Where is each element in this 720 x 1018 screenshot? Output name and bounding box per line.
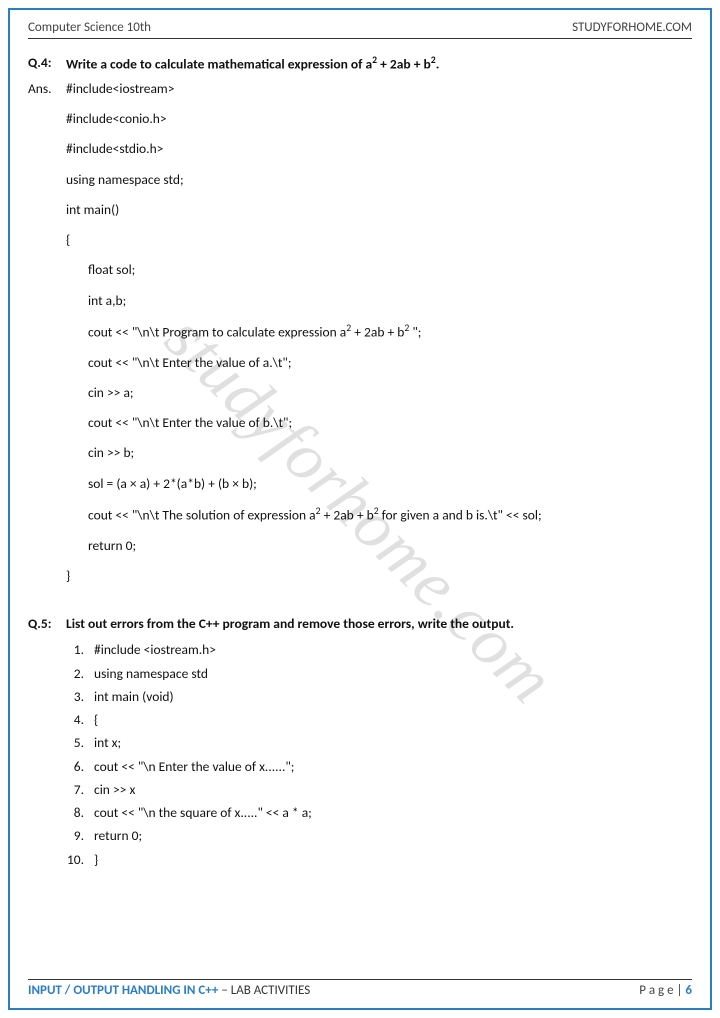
item-code: cin >> x (94, 780, 135, 800)
item-code: int x; (94, 733, 121, 753)
code-text: cout << "\n\t The solution of expression… (88, 506, 316, 523)
ans-label: Ans. (28, 79, 66, 596)
code-line: cout << "\n\t The solution of expression… (66, 504, 692, 526)
q5-text: List out errors from the C++ program and… (66, 614, 692, 634)
item-no: 8. (66, 803, 94, 823)
code-text: + 2ab + b (321, 506, 374, 523)
list-item: 2.using namespace std (66, 664, 692, 684)
item-code: } (94, 850, 98, 870)
code-line: } (66, 566, 692, 586)
code-line: #include<iostream> (66, 79, 692, 99)
item-no: 7. (66, 780, 94, 800)
code-line: using namespace std; (66, 170, 692, 190)
item-code: cout << "\n the square of x....." << a *… (94, 803, 312, 823)
item-no: 2. (66, 664, 94, 684)
item-no: 6. (66, 757, 94, 777)
page-header: Computer Science 10th STUDYFORHOME.COM (28, 20, 692, 39)
q4-answer: Ans. #include<iostream> #include<conio.h… (28, 79, 692, 596)
item-code: { (94, 710, 98, 730)
item-no: 10. (66, 850, 94, 870)
header-left: Computer Science 10th (28, 20, 151, 35)
page-number: 6 (685, 983, 692, 998)
code-text: "; (409, 323, 421, 340)
spacer (28, 638, 66, 873)
code-line: cout << "\n\t Program to calculate expre… (66, 321, 692, 343)
q5-label: Q.5: (28, 614, 66, 634)
page-content: Computer Science 10th STUDYFORHOME.COM Q… (10, 10, 710, 1008)
q4-label: Q.4: (28, 53, 66, 75)
item-code: using namespace std (94, 664, 208, 684)
page-footer: INPUT / OUTPUT HANDLING IN C++ – LAB ACT… (28, 979, 692, 998)
code-text: + 2ab + b (351, 323, 404, 340)
item-no: 9. (66, 826, 94, 846)
item-no: 1. (66, 640, 94, 660)
q4-row: Q.4: Write a code to calculate mathemati… (28, 53, 692, 75)
item-code: cout << "\n Enter the value of x......"; (94, 757, 294, 777)
item-code: return 0; (94, 826, 142, 846)
list-item: 7.cin >> x (66, 780, 692, 800)
q5-row: Q.5: List out errors from the C++ progra… (28, 614, 692, 634)
list-item: 5.int x; (66, 733, 692, 753)
footer-title: INPUT / OUTPUT HANDLING IN C++ (28, 983, 218, 998)
code-line: int a,b; (66, 291, 692, 311)
footer-left: INPUT / OUTPUT HANDLING IN C++ – LAB ACT… (28, 983, 310, 998)
code-line: cin >> a; (66, 383, 692, 403)
code-line: sol = (a × a) + 2*(a*b) + (b × b); (66, 474, 692, 494)
code-line: cout << "\n\t Enter the value of a.\t"; (66, 353, 692, 373)
footer-subtitle: – LAB ACTIVITIES (218, 983, 310, 998)
q4-text-part: + 2ab + b (377, 56, 431, 73)
body: Q.4: Write a code to calculate mathemati… (28, 53, 692, 979)
q4-text-part: . (436, 56, 440, 73)
list-item: 8.cout << "\n the square of x....." << a… (66, 803, 692, 823)
q5-code-list: 1.#include <iostream.h> 2.using namespac… (66, 640, 692, 873)
q4-code: #include<iostream> #include<conio.h> #in… (66, 79, 692, 596)
list-item: 6.cout << "\n Enter the value of x......… (66, 757, 692, 777)
code-line: float sol; (66, 260, 692, 280)
item-no: 5. (66, 733, 94, 753)
code-line: cout << "\n\t Enter the value of b.\t"; (66, 413, 692, 433)
code-text: cout << "\n\t Program to calculate expre… (88, 323, 346, 340)
code-line: int main() (66, 200, 692, 220)
list-item: 1.#include <iostream.h> (66, 640, 692, 660)
header-right: STUDYFORHOME.COM (572, 20, 692, 35)
q5-answer: 1.#include <iostream.h> 2.using namespac… (28, 638, 692, 873)
code-text: for given a and b is.\t" << sol; (379, 506, 542, 523)
list-item: 10.} (66, 850, 692, 870)
item-code: int main (void) (94, 687, 174, 707)
footer-right: P a g e | 6 (639, 983, 692, 998)
page-label: P a g e | (639, 983, 685, 998)
code-line: { (66, 230, 692, 250)
code-line: #include<conio.h> (66, 109, 692, 129)
q4-text: Write a code to calculate mathematical e… (66, 53, 692, 75)
code-line: return 0; (66, 536, 692, 556)
item-no: 4. (66, 710, 94, 730)
q4-text-part: Write a code to calculate mathematical e… (66, 56, 372, 73)
code-line: cin >> b; (66, 443, 692, 463)
item-no: 3. (66, 687, 94, 707)
list-item: 9.return 0; (66, 826, 692, 846)
code-line: #include<stdio.h> (66, 139, 692, 159)
list-item: 3.int main (void) (66, 687, 692, 707)
list-item: 4.{ (66, 710, 692, 730)
item-code: #include <iostream.h> (94, 640, 216, 660)
